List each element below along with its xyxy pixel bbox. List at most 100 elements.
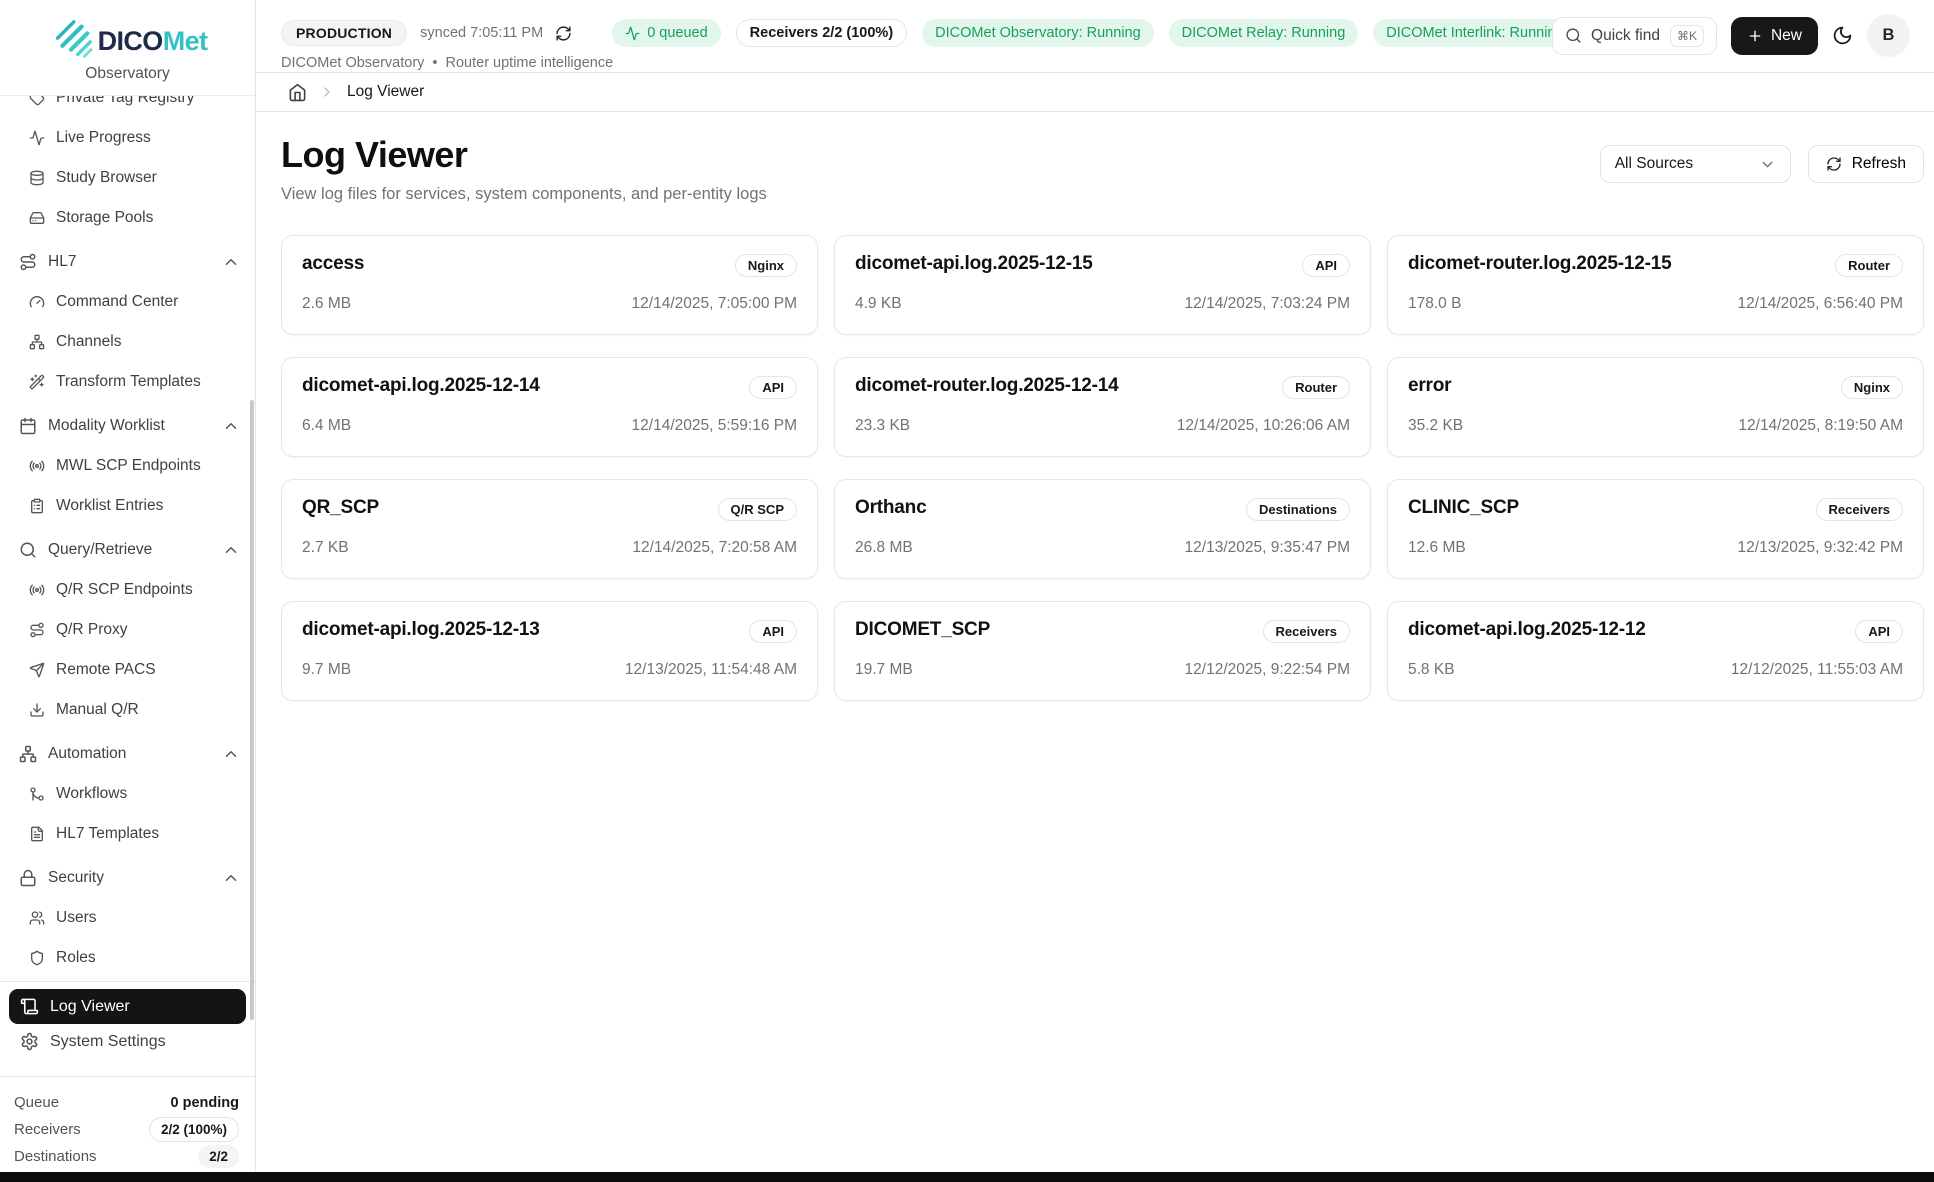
log-file-card[interactable]: accessNginx2.6 MB12/14/2025, 7:05:00 PM	[281, 235, 818, 335]
log-file-grid: accessNginx2.6 MB12/14/2025, 7:05:00 PMd…	[281, 235, 1924, 701]
log-file-size: 178.0 B	[1408, 295, 1461, 313]
breadcrumb-current: Log Viewer	[347, 83, 424, 101]
sidebar-item-private-tag-registry[interactable]: Private Tag Registry	[0, 96, 255, 118]
sidebar-item-command-center[interactable]: Command Center	[0, 282, 255, 322]
sidebar-item-workflows[interactable]: Workflows	[0, 774, 255, 814]
main-area: PRODUCTION synced 7:05:11 PM 0 queuedRec…	[256, 0, 1934, 1182]
sidebar-item-log-viewer[interactable]: Log Viewer	[9, 989, 246, 1024]
search-icon	[19, 541, 37, 559]
sidebar-stats-panel: Queue0 pendingReceivers2/2 (100%)Destina…	[0, 1076, 255, 1182]
log-file-size: 2.6 MB	[302, 295, 351, 313]
log-file-modified: 12/14/2025, 8:19:50 AM	[1738, 417, 1903, 435]
log-file-card[interactable]: dicomet-api.log.2025-12-14API6.4 MB12/14…	[281, 357, 818, 457]
log-source-badge: Nginx	[735, 254, 797, 277]
log-file-card[interactable]: errorNginx35.2 KB12/14/2025, 8:19:50 AM	[1387, 357, 1924, 457]
sidebar-item-worklist-entries[interactable]: Worklist Entries	[0, 486, 255, 526]
log-file-card[interactable]: dicomet-router.log.2025-12-14Router23.3 …	[834, 357, 1371, 457]
log-source-badge: Router	[1835, 254, 1903, 277]
sidebar-scrollbar-thumb[interactable]	[250, 400, 254, 1020]
log-file-name: access	[302, 253, 364, 275]
source-filter-select[interactable]: All Sources	[1600, 145, 1791, 183]
log-file-modified: 12/13/2025, 9:32:42 PM	[1738, 539, 1903, 557]
log-source-badge: Receivers	[1816, 498, 1903, 521]
sidebar-item-channels[interactable]: Channels	[0, 322, 255, 362]
log-file-modified: 12/14/2025, 10:26:06 AM	[1177, 417, 1350, 435]
quick-find-button[interactable]: Quick find ⌘K	[1552, 17, 1717, 55]
sync-refresh-icon[interactable]	[555, 25, 572, 42]
new-button[interactable]: New	[1731, 17, 1818, 55]
content: Log Viewer View log files for services, …	[256, 112, 1934, 701]
log-file-name: dicomet-api.log.2025-12-15	[855, 253, 1093, 275]
log-file-modified: 12/14/2025, 6:56:40 PM	[1738, 295, 1903, 313]
git-merge-icon	[29, 786, 45, 802]
sidebar-nav: Private Tag RegistryLive ProgressStudy B…	[0, 96, 255, 973]
lock-icon	[19, 869, 37, 887]
refresh-button[interactable]: Refresh	[1808, 145, 1924, 183]
stat-value: 2/2	[198, 1145, 239, 1168]
log-file-card[interactable]: DICOMET_SCPReceivers19.7 MB12/12/2025, 9…	[834, 601, 1371, 701]
log-file-name: dicomet-api.log.2025-12-14	[302, 375, 540, 397]
activity-icon	[625, 26, 640, 41]
log-file-card[interactable]: CLINIC_SCPReceivers12.6 MB12/13/2025, 9:…	[1387, 479, 1924, 579]
log-source-badge: Router	[1282, 376, 1350, 399]
home-icon[interactable]	[288, 83, 307, 102]
sidebar-item-security[interactable]: Security	[0, 858, 255, 898]
user-avatar[interactable]: B	[1867, 14, 1910, 57]
sidebar-item-mwl-scp-endpoints[interactable]: MWL SCP Endpoints	[0, 446, 255, 486]
log-file-name: dicomet-router.log.2025-12-15	[1408, 253, 1671, 275]
brand-wordmark: DICOMet	[98, 26, 208, 57]
radio-icon	[29, 458, 45, 474]
clipboard-list-icon	[29, 498, 45, 514]
dark-mode-toggle[interactable]	[1832, 25, 1853, 46]
sidebar-item-users[interactable]: Users	[0, 898, 255, 938]
sidebar-item-hl7-templates[interactable]: HL7 Templates	[0, 814, 255, 854]
log-source-badge: Receivers	[1263, 620, 1350, 643]
status-badge: DICOMet Observatory: Running	[922, 19, 1154, 47]
log-file-card[interactable]: dicomet-api.log.2025-12-15API4.9 KB12/14…	[834, 235, 1371, 335]
sidebar-item-storage-pools[interactable]: Storage Pools	[0, 198, 255, 238]
plus-icon	[1747, 28, 1763, 44]
sidebar-item-modality-worklist[interactable]: Modality Worklist	[0, 406, 255, 446]
shield-icon	[29, 950, 45, 966]
log-file-name: Orthanc	[855, 497, 926, 519]
brand-product-name: Observatory	[85, 65, 169, 83]
sidebar-item-manual-q-r[interactable]: Manual Q/R	[0, 690, 255, 730]
database-icon	[29, 170, 45, 186]
app-tagline: DICOMet Observatory•Router uptime intell…	[281, 55, 1934, 71]
sidebar-item-roles[interactable]: Roles	[0, 938, 255, 973]
sidebar-item-query-retrieve[interactable]: Query/Retrieve	[0, 530, 255, 570]
log-file-name: dicomet-api.log.2025-12-13	[302, 619, 540, 641]
log-file-name: CLINIC_SCP	[1408, 497, 1519, 519]
sidebar-item-remote-pacs[interactable]: Remote PACS	[0, 650, 255, 690]
sidebar-item-automation[interactable]: Automation	[0, 734, 255, 774]
log-file-card[interactable]: dicomet-api.log.2025-12-12API5.8 KB12/12…	[1387, 601, 1924, 701]
sidebar-item-transform-templates[interactable]: Transform Templates	[0, 362, 255, 402]
log-file-modified: 12/13/2025, 9:35:47 PM	[1185, 539, 1350, 557]
sidebar-item-system-settings[interactable]: System Settings	[9, 1024, 246, 1059]
log-file-modified: 12/14/2025, 7:03:24 PM	[1185, 295, 1350, 313]
activity-icon	[29, 130, 45, 146]
sidebar-item-q-r-proxy[interactable]: Q/R Proxy	[0, 610, 255, 650]
log-file-card[interactable]: QR_SCPQ/R SCP2.7 KB12/14/2025, 7:20:58 A…	[281, 479, 818, 579]
divider	[0, 981, 255, 982]
log-file-name: dicomet-api.log.2025-12-12	[1408, 619, 1646, 641]
log-file-card[interactable]: OrthancDestinations26.8 MB12/13/2025, 9:…	[834, 479, 1371, 579]
page-subtitle: View log files for services, system comp…	[281, 185, 767, 204]
stat-value: 0 pending	[171, 1095, 239, 1111]
sidebar-item-q-r-scp-endpoints[interactable]: Q/R SCP Endpoints	[0, 570, 255, 610]
breadcrumb: Log Viewer	[256, 73, 1934, 112]
log-file-size: 9.7 MB	[302, 661, 351, 679]
chevron-up-icon	[222, 253, 240, 271]
scroll-icon	[20, 997, 39, 1016]
sidebar-item-live-progress[interactable]: Live Progress	[0, 118, 255, 158]
tag-icon	[29, 96, 45, 106]
sidebar-item-study-browser[interactable]: Study Browser	[0, 158, 255, 198]
log-file-size: 19.7 MB	[855, 661, 913, 679]
search-icon	[1565, 27, 1582, 44]
sidebar-item-hl7[interactable]: HL7	[0, 242, 255, 282]
log-file-size: 5.8 KB	[1408, 661, 1455, 679]
log-file-card[interactable]: dicomet-router.log.2025-12-15 Router 178.0…	[1387, 235, 1924, 335]
log-file-card[interactable]: dicomet-api.log.2025-12-13API9.7 MB12/13…	[281, 601, 818, 701]
log-file-name: error	[1408, 375, 1451, 397]
stat-row-destinations: Destinations2/2	[14, 1143, 239, 1170]
